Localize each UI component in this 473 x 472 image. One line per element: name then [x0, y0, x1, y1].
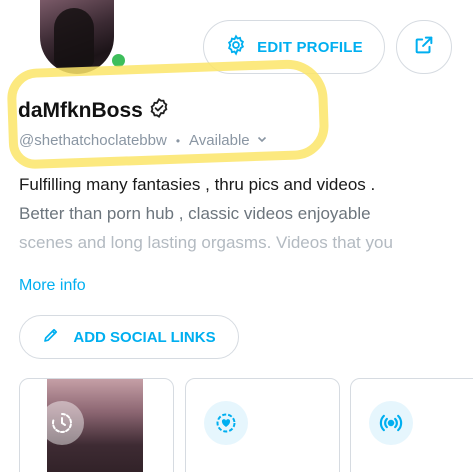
verified-badge-icon [148, 97, 170, 124]
heart-icon [204, 401, 248, 445]
profile-name-row: daMfknBoss [18, 97, 170, 124]
bio-text: Fulfilling many fantasies , thru pics an… [19, 170, 459, 257]
display-name: daMfknBoss [18, 98, 143, 122]
add-social-links-label: ADD SOCIAL LINKS [73, 328, 216, 346]
media-card-favorites[interactable] [185, 378, 340, 472]
separator: • [175, 133, 181, 148]
add-social-links-button[interactable]: ADD SOCIAL LINKS [19, 315, 239, 359]
bio-line: scenes and long lasting orgasms. Videos … [19, 233, 393, 252]
pencil-icon [42, 326, 60, 349]
avatar-photo [54, 8, 94, 68]
gear-icon [225, 33, 247, 61]
avatar[interactable] [40, 0, 114, 74]
share-icon [413, 34, 435, 61]
more-info-link[interactable]: More info [19, 277, 86, 295]
chevron-down-icon [256, 132, 268, 149]
media-card-live[interactable] [350, 378, 473, 472]
status-selector[interactable]: Available [189, 132, 268, 149]
status-text: Available [189, 132, 250, 149]
timer-icon [40, 401, 84, 445]
handle-row: @shethatchoclatebbw • Available [19, 132, 268, 149]
media-card-timer[interactable] [19, 378, 174, 472]
edit-profile-label: EDIT PROFILE [257, 38, 363, 56]
share-button[interactable] [396, 20, 452, 74]
username: @shethatchoclatebbw [19, 132, 167, 149]
broadcast-icon [369, 401, 413, 445]
bio-line: Better than porn hub , classic videos en… [19, 204, 371, 223]
bio-line: Fulfilling many fantasies , thru pics an… [19, 175, 376, 194]
